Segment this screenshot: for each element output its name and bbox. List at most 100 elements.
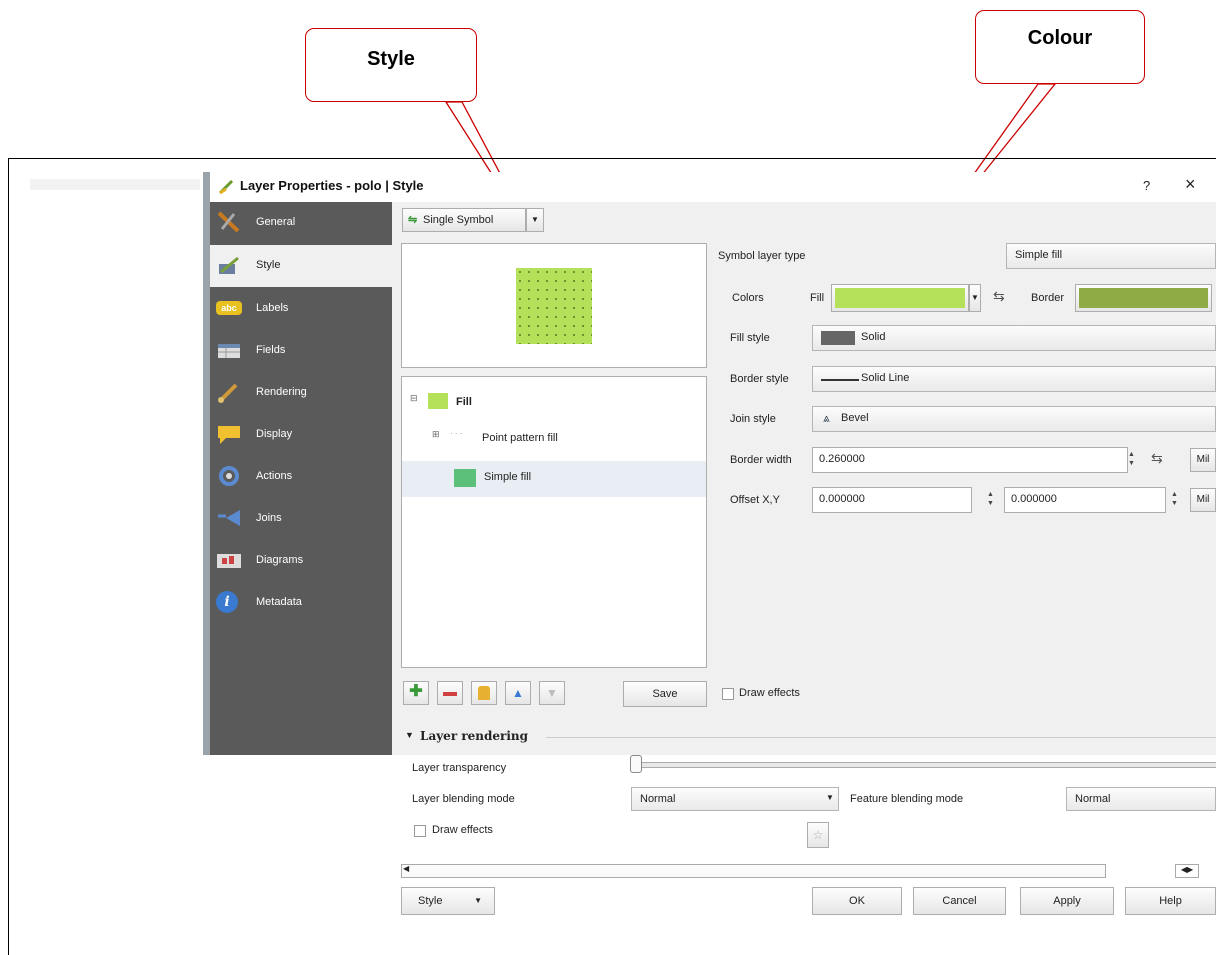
fill-color-dropdown[interactable]: ▼ [969, 284, 981, 312]
dialog-left-border [203, 172, 210, 755]
cancel-button[interactable]: Cancel [913, 887, 1006, 915]
horizontal-scrollbar[interactable] [401, 864, 1106, 878]
style-icon [219, 256, 239, 274]
border-color-button[interactable] [1075, 284, 1212, 312]
symbol-layer-tree: ⊟ Fill ⊞ · · · Point pattern fill Simple… [401, 376, 707, 668]
move-up-button[interactable]: ▲ [505, 681, 531, 705]
renderer-label: Single Symbol [423, 214, 494, 226]
border-width-spinner[interactable]: ▲ ▼ [1125, 450, 1138, 470]
ok-button[interactable]: OK [812, 887, 902, 915]
fill-style-select[interactable]: Solid [812, 325, 1216, 351]
add-layer-button[interactable]: ✚ [403, 681, 429, 705]
move-down-button[interactable]: ▼ [539, 681, 565, 705]
display-icon [218, 426, 240, 444]
layer-draw-effects-checkbox[interactable] [414, 825, 426, 837]
layer-transparency-label: Layer transparency [412, 762, 507, 774]
sidebar-item-fields[interactable]: Fields [210, 330, 392, 372]
expand-icon: ⊞ [432, 429, 440, 439]
join-style-label: Join style [730, 413, 776, 425]
border-width-input[interactable]: 0.260000 [812, 447, 1128, 473]
fill-preview-swatch [516, 268, 592, 344]
colors-label: Colors [732, 292, 764, 304]
sidebar-item-label: Display [256, 428, 293, 440]
symbol-preview [401, 243, 707, 368]
sidebar-item-metadata[interactable]: i Metadata [210, 582, 392, 624]
lock-layer-button[interactable] [471, 681, 497, 705]
layer-blending-select[interactable]: Normal [631, 787, 839, 811]
sidebar-item-actions[interactable]: Actions [210, 456, 392, 498]
help-button[interactable]: Help [1125, 887, 1216, 915]
effects-settings-button[interactable]: ☆ [807, 822, 829, 848]
offset-x-spinner[interactable]: ▲ ▼ [984, 490, 997, 510]
tree-point-pattern-label: Point pattern fill [482, 432, 558, 444]
border-color-label: Border [1031, 292, 1065, 304]
labels-icon: abc [216, 301, 242, 315]
apply-button[interactable]: Apply [1020, 887, 1114, 915]
sidebar-item-label: Fields [256, 344, 286, 356]
symbol-layer-type-label: Symbol layer type [718, 250, 806, 262]
border-width-unit[interactable]: Mil [1190, 448, 1216, 472]
scroll-arrows-right[interactable]: ◀▶ [1175, 864, 1199, 878]
offset-x-input[interactable]: 0.000000 [812, 487, 972, 513]
sidebar: General Style abc Labels Fields Renderin… [210, 202, 392, 755]
sidebar-item-display[interactable]: Display [210, 414, 392, 456]
tree-item-simple-fill[interactable]: Simple fill [402, 461, 706, 497]
offset-unit[interactable]: Mil [1190, 488, 1216, 512]
border-width-override-icon[interactable]: ⇆ [1151, 450, 1163, 467]
feature-blending-select[interactable]: Normal [1066, 787, 1216, 811]
collapse-icon: ⊟ [410, 393, 418, 403]
style-button[interactable]: Style ▼ [401, 887, 495, 915]
layer-draw-effects-label: Draw effects [432, 824, 493, 836]
scroll-left-icon[interactable]: ◀ [403, 864, 409, 873]
layer-blending-dropdown-icon[interactable]: ▼ [826, 793, 834, 802]
fill-color-button[interactable] [831, 284, 969, 312]
symbol-layer-type-select[interactable]: Simple fill [1006, 243, 1216, 269]
general-icon [217, 211, 240, 233]
metadata-icon: i [216, 591, 238, 613]
sidebar-item-rendering[interactable]: Rendering [210, 372, 392, 414]
close-icon[interactable]: × [1185, 174, 1196, 195]
tree-item-point-pattern[interactable]: ⊞ · · · Point pattern fill [432, 429, 692, 449]
sidebar-item-label: Rendering [256, 386, 307, 398]
tree-fill-label: Fill [456, 396, 472, 408]
layer-blending-label: Layer blending mode [412, 793, 515, 805]
join-style-select[interactable]: ⩓ Bevel [812, 406, 1216, 432]
sidebar-item-style[interactable]: Style [210, 245, 392, 287]
qgis-title-icon [218, 179, 234, 195]
sidebar-item-general[interactable]: General [210, 202, 392, 244]
sidebar-item-labels[interactable]: abc Labels [210, 288, 392, 330]
sidebar-item-label: Labels [256, 302, 289, 314]
solid-fill-swatch-icon [821, 331, 855, 345]
offset-y-spinner[interactable]: ▲ ▼ [1168, 490, 1181, 510]
help-title-button[interactable]: ? [1143, 178, 1150, 193]
border-color-swatch [1079, 288, 1208, 308]
fill-color-swatch [835, 288, 965, 308]
layer-rendering-header: Layer rendering [420, 729, 529, 743]
draw-effects-checkbox[interactable] [722, 688, 734, 700]
window-title: Layer Properties - polo | Style [240, 178, 424, 193]
diagrams-icon [217, 554, 241, 568]
remove-layer-button[interactable] [437, 681, 463, 705]
renderer-dropdown-button[interactable]: ▼ [526, 208, 544, 232]
style-button-label: Style [418, 895, 443, 907]
fill-style-value: Solid [861, 331, 886, 343]
joins-icon [218, 510, 240, 526]
actions-icon [219, 466, 239, 486]
save-button[interactable]: Save [623, 681, 707, 707]
sidebar-item-diagrams[interactable]: Diagrams [210, 540, 392, 582]
transparency-slider-handle[interactable] [630, 755, 642, 773]
data-defined-override-icon[interactable]: ⇆ [993, 288, 1005, 305]
tree-item-fill[interactable]: ⊟ Fill [410, 393, 610, 413]
rendering-icon [218, 383, 238, 403]
layer-rendering-collapse-icon[interactable]: ▼ [405, 730, 414, 740]
border-style-select[interactable]: Solid Line [812, 366, 1216, 392]
offset-label: Offset X,Y [730, 494, 780, 506]
lock-icon [478, 686, 490, 700]
transparency-slider-track[interactable] [634, 762, 1216, 768]
border-style-value: Solid Line [861, 372, 910, 384]
border-width-label: Border width [730, 454, 792, 466]
sidebar-item-joins[interactable]: Joins [210, 498, 392, 540]
renderer-select[interactable]: ⇋ Single Symbol [402, 208, 526, 232]
layer-rendering-divider [546, 737, 1216, 738]
offset-y-input[interactable]: 0.000000 [1004, 487, 1166, 513]
